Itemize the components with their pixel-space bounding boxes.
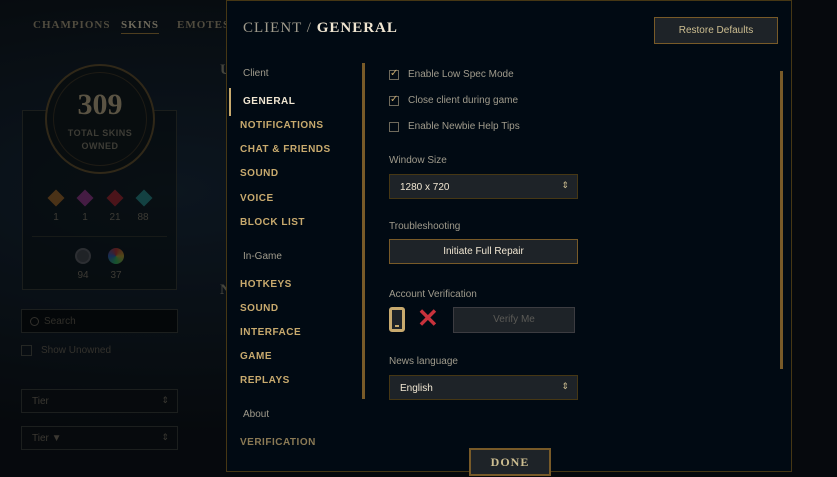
verify-me-button[interactable]: Verify Me [453, 307, 575, 333]
general-settings-content: ✓ Enable Low Spec Mode ✓ Close client du… [389, 63, 789, 400]
nav-category-client: Client [243, 68, 269, 79]
sidebar-item-ingame-sound[interactable]: SOUND [240, 303, 279, 314]
close-icon: ✕ [417, 303, 439, 333]
sidebar-item-sound[interactable]: SOUND [240, 168, 279, 179]
sidebar-item-notifications[interactable]: NOTIFICATIONS [240, 120, 324, 131]
news-language-value: English [400, 383, 433, 394]
phone-icon [389, 307, 405, 332]
sidenav-scrollbar[interactable] [362, 63, 365, 399]
newbie-tips-checkbox[interactable] [389, 122, 399, 132]
low-spec-mode-checkbox[interactable]: ✓ [389, 68, 399, 80]
close-client-label: Close client during game [408, 95, 519, 106]
restore-defaults-button[interactable]: Restore Defaults [654, 17, 778, 44]
sidebar-item-game[interactable]: GAME [240, 351, 272, 362]
modal-title: CLIENT / GENERAL [243, 20, 398, 37]
check-icon: ✓ [390, 94, 399, 105]
close-client-checkbox[interactable]: ✓ [389, 94, 399, 106]
sidebar-item-replays[interactable]: REPLAYS [240, 375, 290, 386]
account-verification-label: Account Verification [389, 289, 477, 300]
nav-active-indicator [229, 88, 231, 116]
window-size-value: 1280 x 720 [400, 182, 450, 193]
updown-arrow-icon: ⇕ [561, 381, 569, 391]
window-size-select[interactable]: 1280 x 720 ⇕ [389, 174, 578, 199]
troubleshooting-label: Troubleshooting [389, 221, 461, 232]
settings-modal: CLIENT / GENERAL Restore Defaults Client… [226, 0, 792, 476]
updown-arrow-icon: ⇕ [561, 180, 569, 190]
title-main: GENERAL [316, 20, 398, 36]
initiate-full-repair-button[interactable]: Initiate Full Repair [389, 239, 578, 264]
news-language-select[interactable]: English ⇕ [389, 375, 578, 400]
newbie-tips-label: Enable Newbie Help Tips [408, 121, 520, 132]
sidebar-item-verification[interactable]: VERIFICATION [240, 437, 316, 448]
news-language-label: News language [389, 356, 458, 367]
sidebar-item-hotkeys[interactable]: HOTKEYS [240, 279, 292, 290]
nav-category-in-game: In-Game [243, 251, 282, 262]
low-spec-mode-label: Enable Low Spec Mode [408, 69, 514, 80]
content-scrollbar[interactable] [780, 71, 783, 369]
sidebar-item-general[interactable]: GENERAL [243, 96, 295, 107]
check-icon: ✓ [390, 68, 399, 79]
title-prefix: CLIENT / [243, 20, 312, 36]
sidebar-item-interface[interactable]: INTERFACE [240, 327, 301, 338]
sidebar-item-chat-friends[interactable]: CHAT & FRIENDS [240, 144, 331, 155]
window-size-label: Window Size [389, 155, 447, 166]
sidebar-item-voice[interactable]: VOICE [240, 193, 274, 204]
settings-sidenav: Client GENERAL NOTIFICATIONS CHAT & FRIE… [227, 61, 363, 456]
nav-category-about: About [243, 409, 270, 420]
done-button[interactable]: DONE [469, 448, 551, 476]
sidebar-item-block-list[interactable]: BLOCK LIST [240, 217, 305, 228]
